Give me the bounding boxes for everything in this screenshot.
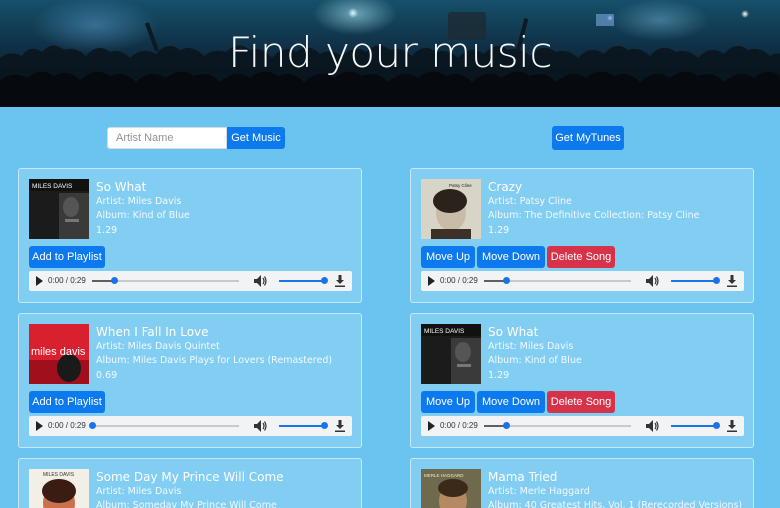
song-price: 1.29 — [488, 225, 510, 236]
search-result-card: miles davis When I Fall In Love Artist: … — [18, 313, 362, 448]
song-title: So What — [488, 325, 539, 339]
mytunes-song-card: MILES DAVIS So What Artist: Miles Davis … — [410, 313, 754, 448]
volume-icon[interactable] — [254, 420, 268, 432]
song-price: 1.29 — [96, 225, 118, 236]
song-album: Album: The Definitive Collection: Patsy … — [488, 210, 700, 221]
get-music-button[interactable]: Get Music — [227, 127, 285, 149]
song-title: So What — [96, 180, 147, 194]
progress-slider[interactable] — [92, 277, 239, 284]
song-artist: Artist: Miles Davis — [96, 486, 182, 497]
svg-text:MILES DAVIS: MILES DAVIS — [43, 472, 75, 478]
hero-banner: Find your music — [0, 0, 780, 107]
delete-song-button[interactable]: Delete Song — [547, 391, 615, 413]
album-art-kind-of-blue-icon: MILES DAVIS — [421, 324, 481, 384]
volume-icon[interactable] — [646, 420, 660, 432]
song-album: Album: Kind of Blue — [488, 355, 582, 366]
song-price: 1.29 — [488, 370, 510, 381]
playback-time: 0:00 / 0:29 — [440, 276, 478, 285]
song-title: When I Fall In Love — [96, 325, 209, 339]
album-art: miles davis — [29, 324, 89, 384]
volume-icon[interactable] — [646, 275, 660, 287]
song-title: Mama Tried — [488, 470, 558, 484]
progress-slider[interactable] — [484, 422, 631, 429]
audio-player[interactable]: 0:00 / 0:29 — [421, 416, 744, 436]
mytunes-song-card: Patsy Cline Crazy Artist: Patsy Cline Al… — [410, 168, 754, 303]
album-art-kind-of-blue-icon: MILES DAVIS — [29, 179, 89, 239]
svg-text:miles davis: miles davis — [31, 346, 86, 358]
get-mytunes-button[interactable]: Get MyTunes — [552, 126, 624, 150]
song-album: Album: Kind of Blue — [96, 210, 190, 221]
album-art: MILES DAVIS — [29, 469, 89, 508]
audio-player[interactable]: 0:00 / 0:29 — [29, 271, 352, 291]
play-icon[interactable] — [428, 421, 435, 431]
album-art: MILES DAVIS — [421, 324, 481, 384]
album-art-someday-my-prince-icon: MILES DAVIS — [29, 469, 89, 508]
mytunes-song-card: MERLE HAGGARD Mama Tried Artist: Merle H… — [410, 458, 754, 508]
volume-slider[interactable] — [671, 277, 720, 284]
album-art-merle-haggard-icon: MERLE HAGGARD — [421, 469, 481, 508]
add-to-playlist-button[interactable]: Add to Playlist — [29, 391, 105, 413]
move-down-button[interactable]: Move Down — [477, 246, 545, 268]
volume-icon[interactable] — [254, 275, 268, 287]
svg-text:MILES DAVIS: MILES DAVIS — [424, 328, 465, 335]
album-art-plays-for-lovers-icon: miles davis — [29, 324, 89, 384]
song-artist: Artist: Miles Davis — [96, 196, 182, 207]
add-to-playlist-button[interactable]: Add to Playlist — [29, 246, 105, 268]
svg-text:MERLE HAGGARD: MERLE HAGGARD — [424, 473, 464, 478]
artist-search-input[interactable] — [107, 127, 227, 149]
progress-slider[interactable] — [89, 422, 239, 429]
search-result-card: MILES DAVIS Some Day My Prince Will Come… — [18, 458, 362, 508]
song-album: Album: Someday My Prince Will Come — [96, 500, 277, 508]
move-down-button[interactable]: Move Down — [477, 391, 545, 413]
download-icon[interactable] — [335, 275, 345, 287]
song-artist: Artist: Patsy Cline — [488, 196, 572, 207]
delete-song-button[interactable]: Delete Song — [547, 246, 615, 268]
song-album: Album: Miles Davis Plays for Lovers (Rem… — [96, 355, 333, 366]
album-art-patsy-cline-icon: Patsy Cline — [421, 179, 481, 239]
playback-time: 0:00 / 0:29 — [440, 421, 478, 430]
download-icon[interactable] — [335, 420, 345, 432]
svg-text:Patsy Cline: Patsy Cline — [449, 183, 472, 188]
search-result-card: MILES DAVIS So What Artist: Miles Davis … — [18, 168, 362, 303]
playback-time: 0:00 / 0:29 — [48, 421, 86, 430]
album-art: MILES DAVIS — [29, 179, 89, 239]
album-art: Patsy Cline — [421, 179, 481, 239]
song-title: Some Day My Prince Will Come — [96, 470, 284, 484]
progress-slider[interactable] — [484, 277, 631, 284]
song-album: Album: 40 Greatest Hits, Vol. 1 (Rerecor… — [488, 500, 743, 508]
move-up-button[interactable]: Move Up — [421, 246, 475, 268]
move-up-button[interactable]: Move Up — [421, 391, 475, 413]
download-icon[interactable] — [727, 420, 737, 432]
play-icon[interactable] — [36, 421, 43, 431]
volume-slider[interactable] — [279, 422, 328, 429]
volume-slider[interactable] — [671, 422, 720, 429]
page-title: Find your music — [228, 28, 552, 77]
album-art: MERLE HAGGARD — [421, 469, 481, 508]
download-icon[interactable] — [727, 275, 737, 287]
audio-player[interactable]: 0:00 / 0:29 — [421, 271, 744, 291]
song-price: 0.69 — [96, 370, 118, 381]
play-icon[interactable] — [36, 276, 43, 286]
play-icon[interactable] — [428, 276, 435, 286]
song-artist: Artist: Miles Davis — [488, 341, 574, 352]
svg-text:MILES DAVIS: MILES DAVIS — [32, 183, 73, 190]
song-title: Crazy — [488, 180, 523, 194]
song-artist: Artist: Miles Davis Quintet — [96, 341, 220, 352]
audio-player[interactable]: 0:00 / 0:29 — [29, 416, 352, 436]
volume-slider[interactable] — [279, 277, 328, 284]
song-artist: Artist: Merle Haggard — [488, 486, 590, 497]
playback-time: 0:00 / 0:29 — [48, 276, 86, 285]
